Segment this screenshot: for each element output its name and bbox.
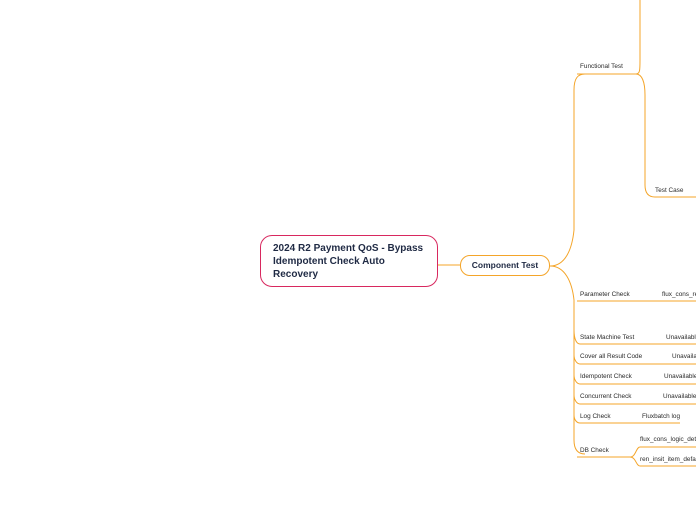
branch-parameter-check[interactable]: Parameter Check — [580, 291, 630, 299]
branch-state-machine-test[interactable]: State Machine Test — [580, 334, 634, 342]
leaf-db-check-1[interactable]: flux_cons_logic_deta — [640, 436, 696, 444]
leaf-state-machine-test[interactable]: Unavailabl — [666, 334, 696, 342]
branch-test-case[interactable]: Test Case — [655, 187, 683, 195]
branch-log-check[interactable]: Log Check — [580, 413, 611, 421]
root-title: 2024 R2 Payment QoS - Bypass Idempotent … — [273, 243, 424, 280]
branch-concurrent-check[interactable]: Concurrent Check — [580, 393, 632, 401]
branch-db-check[interactable]: DB Check — [580, 447, 609, 455]
central-label: Component Test — [471, 260, 539, 270]
leaf-cover-all-result-code[interactable]: Unavaila — [672, 353, 696, 361]
branch-cover-all-result-code[interactable]: Cover all Result Code — [580, 353, 642, 361]
leaf-log-check[interactable]: Fluxbatch log — [642, 413, 680, 421]
branch-functional-test[interactable]: Functional Test — [580, 63, 623, 71]
leaf-idempotent-check[interactable]: Unavailable — [664, 373, 696, 381]
branch-idempotent-check[interactable]: Idempotent Check — [580, 373, 632, 381]
leaf-db-check-2[interactable]: ren_insit_item_defau — [640, 456, 696, 464]
leaf-parameter-check[interactable]: flux_cons_re — [662, 291, 696, 299]
root-topic[interactable]: 2024 R2 Payment QoS - Bypass Idempotent … — [260, 235, 438, 287]
leaf-concurrent-check[interactable]: Unavailable — [663, 393, 696, 401]
central-topic[interactable]: Component Test — [460, 255, 550, 276]
